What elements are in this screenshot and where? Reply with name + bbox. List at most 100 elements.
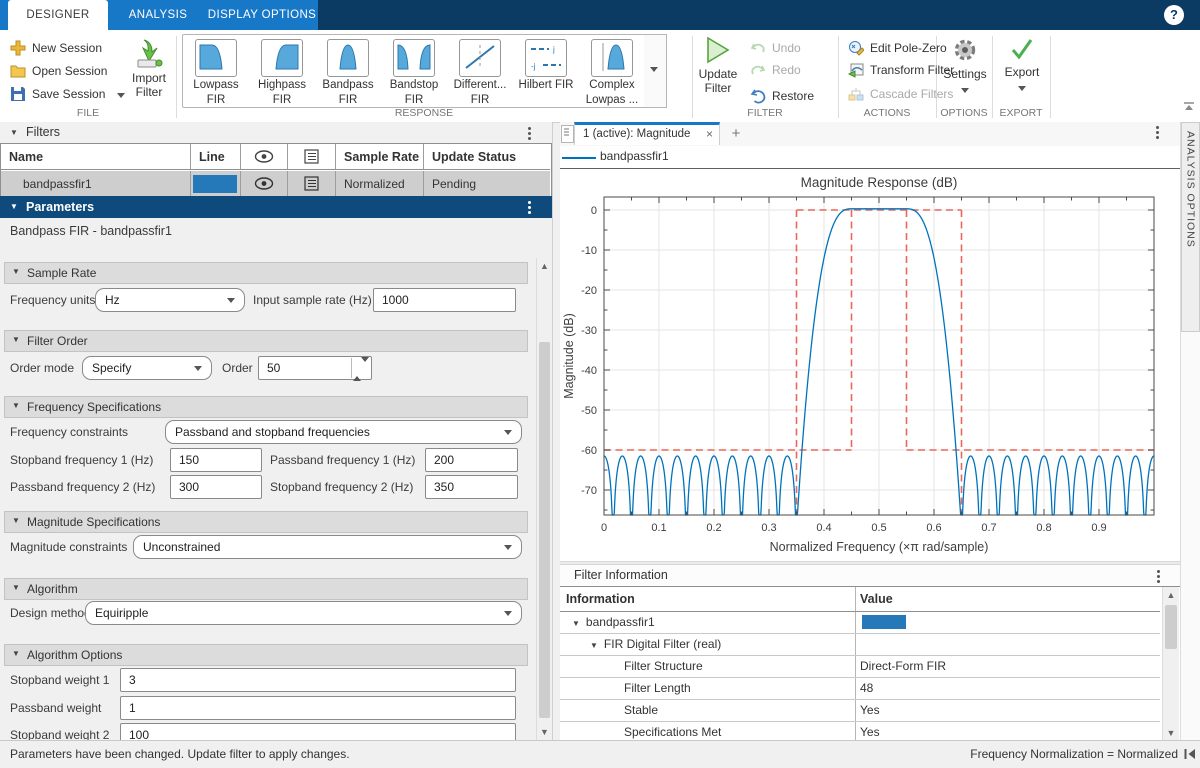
svg-text:-10: -10	[581, 245, 597, 257]
dock-left-icon[interactable]	[1184, 748, 1196, 760]
close-icon[interactable]: ×	[706, 125, 713, 144]
lowpass-fir-button[interactable]: LowpassFIR	[183, 37, 249, 105]
analysis-options-collapsed-tab[interactable]: ANALYSIS OPTIONS	[1181, 122, 1200, 332]
column-header-line[interactable]: Line	[191, 144, 241, 170]
filter-row-update-status[interactable]: Pending	[424, 171, 550, 197]
filter-row-name[interactable]: bandpassfir1	[1, 171, 191, 197]
passband-weight-field[interactable]: 1	[120, 696, 516, 720]
input-sample-rate-field[interactable]: 1000	[373, 288, 516, 312]
info-row-length[interactable]: Filter Length 48	[560, 677, 1160, 700]
frequency-units-select[interactable]: Hz	[95, 288, 245, 312]
passband-frequency-2-field[interactable]: 300	[170, 475, 262, 499]
collapse-triangle-icon[interactable]: ▼	[590, 641, 598, 650]
scrollbar-thumb[interactable]	[1165, 605, 1177, 649]
stopband-weight-1-field[interactable]: 3	[120, 668, 516, 692]
transform-filter-button[interactable]: Transform Filter	[846, 60, 954, 80]
parameters-scrollbar[interactable]: ▲ ▼	[536, 258, 552, 740]
column-header-visibility[interactable]	[241, 144, 288, 170]
legend-box-icon	[304, 176, 319, 191]
tab-analysis[interactable]: ANALYSIS	[116, 0, 200, 30]
column-header-legend[interactable]	[288, 144, 336, 170]
info-row-filter[interactable]: ▼bandpassfir1	[560, 611, 1160, 634]
chevron-down-icon	[194, 366, 202, 371]
column-header-update-status[interactable]: Update Status	[424, 144, 550, 170]
bandstop-fir-button[interactable]: BandstopFIR	[381, 37, 447, 105]
redo-button[interactable]: Redo	[748, 60, 801, 80]
filter-row-line-swatch[interactable]	[191, 171, 241, 197]
collapse-ribbon-icon[interactable]	[1182, 100, 1196, 114]
tab-display-options[interactable]: DISPLAY OPTIONS	[206, 0, 318, 30]
import-filter-button[interactable]: Import Filter	[126, 38, 172, 99]
kebab-menu-icon[interactable]	[1156, 126, 1159, 129]
info-row-structure[interactable]: Filter Structure Direct-Form FIR	[560, 655, 1160, 678]
section-magnitude-specifications[interactable]: ▼Magnitude Specifications	[4, 511, 528, 533]
section-frequency-specifications[interactable]: ▼Frequency Specifications	[4, 396, 528, 418]
tab-designer[interactable]: DESIGNER	[8, 0, 108, 30]
column-header-name[interactable]: Name	[1, 144, 191, 170]
filter-row-sample-rate[interactable]: Normalized	[336, 171, 424, 197]
status-message: Parameters have been changed. Update fil…	[10, 747, 350, 761]
frequency-constraints-select[interactable]: Passband and stopband frequencies	[165, 420, 522, 444]
kebab-menu-icon[interactable]	[528, 201, 531, 204]
kebab-menu-icon[interactable]	[528, 127, 531, 130]
scroll-down-icon[interactable]: ▼	[537, 724, 552, 740]
settings-button[interactable]: Settings	[940, 36, 990, 96]
new-session-button[interactable]: New Session	[8, 38, 102, 58]
save-session-button[interactable]: Save Session	[8, 84, 125, 104]
stopband-weight-2-field[interactable]: 100	[120, 723, 516, 740]
update-filter-button[interactable]: Update Filter	[696, 36, 740, 95]
filter-row-visibility-toggle[interactable]	[241, 171, 288, 197]
stopband-frequency-1-field[interactable]: 150	[170, 448, 262, 472]
save-session-dropdown-icon[interactable]	[117, 93, 125, 98]
help-icon[interactable]: ?	[1164, 5, 1184, 25]
design-method-select[interactable]: Equiripple	[85, 601, 522, 625]
differentiator-fir-button[interactable]: Different...FIR	[447, 37, 513, 105]
scroll-up-icon[interactable]: ▲	[1163, 587, 1179, 603]
info-table-scrollbar[interactable]: ▲ ▼	[1162, 587, 1179, 741]
scroll-up-icon[interactable]: ▲	[537, 258, 552, 274]
open-session-button[interactable]: Open Session	[8, 61, 107, 81]
passband-frequency-1-label: Passband frequency 1 (Hz)	[270, 448, 415, 472]
svg-text:-60: -60	[581, 445, 597, 457]
section-filter-order[interactable]: ▼Filter Order	[4, 330, 528, 352]
cascade-filters-button[interactable]: Cascade Filters	[846, 84, 953, 104]
kebab-menu-icon[interactable]	[1157, 570, 1160, 573]
add-plot-tab-button[interactable]: +	[726, 124, 746, 144]
response-gallery-expand-button[interactable]	[644, 34, 667, 108]
complex-lowpass-button[interactable]: ComplexLowpas ...	[579, 37, 645, 105]
collapse-triangle-icon[interactable]: ▼	[572, 619, 580, 628]
highpass-fir-button[interactable]: HighpassFIR	[249, 37, 315, 105]
scrollbar-thumb[interactable]	[539, 342, 550, 718]
section-sample-rate[interactable]: ▼Sample Rate	[4, 262, 528, 284]
magnitude-plot-tab[interactable]: 1 (active): Magnitude ×	[574, 122, 720, 145]
svg-text:0.6: 0.6	[926, 522, 941, 534]
order-spinner[interactable]: 50	[258, 356, 372, 380]
section-algorithm[interactable]: ▼Algorithm	[4, 578, 528, 600]
section-algorithm-options[interactable]: ▼Algorithm Options	[4, 644, 528, 666]
undo-button[interactable]: Undo	[748, 38, 801, 58]
filters-table: Name Line Sample Rate Update Status band…	[0, 143, 552, 198]
restore-button[interactable]: Restore	[748, 86, 814, 106]
edit-pole-zero-button[interactable]: Edit Pole-Zero	[846, 38, 947, 58]
order-mode-select[interactable]: Specify	[82, 356, 212, 380]
panel-handle-icon[interactable]	[561, 125, 574, 143]
scroll-down-icon[interactable]: ▼	[1163, 725, 1179, 741]
filter-row-legend-toggle[interactable]	[288, 171, 336, 197]
passband-frequency-1-field[interactable]: 200	[425, 448, 518, 472]
restore-icon	[750, 88, 766, 104]
export-button[interactable]: Export	[998, 36, 1046, 94]
info-row-stable[interactable]: Stable Yes	[560, 699, 1160, 722]
bandpass-fir-button[interactable]: BandpassFIR	[315, 37, 381, 105]
stopband-frequency-2-field[interactable]: 350	[425, 475, 518, 499]
svg-text:0.9: 0.9	[1091, 522, 1106, 534]
filter-information-header: Filter Information	[560, 565, 1180, 586]
info-row-fir-filter[interactable]: ▼FIR Digital Filter (real)	[560, 633, 1160, 656]
magnitude-constraints-select[interactable]: Unconstrained	[133, 535, 522, 559]
parameters-panel-header[interactable]: ▼ Parameters	[0, 196, 552, 218]
column-header-sample-rate[interactable]: Sample Rate	[336, 144, 424, 170]
hilbert-fir-button[interactable]: j-j Hilbert FIR	[513, 37, 579, 105]
spinner-buttons[interactable]	[351, 358, 370, 378]
passband-frequency-2-label: Passband frequency 2 (Hz)	[10, 475, 155, 499]
svg-text:Magnitude Response (dB): Magnitude Response (dB)	[801, 175, 958, 190]
filters-panel-header[interactable]: ▼ Filters	[0, 122, 552, 143]
